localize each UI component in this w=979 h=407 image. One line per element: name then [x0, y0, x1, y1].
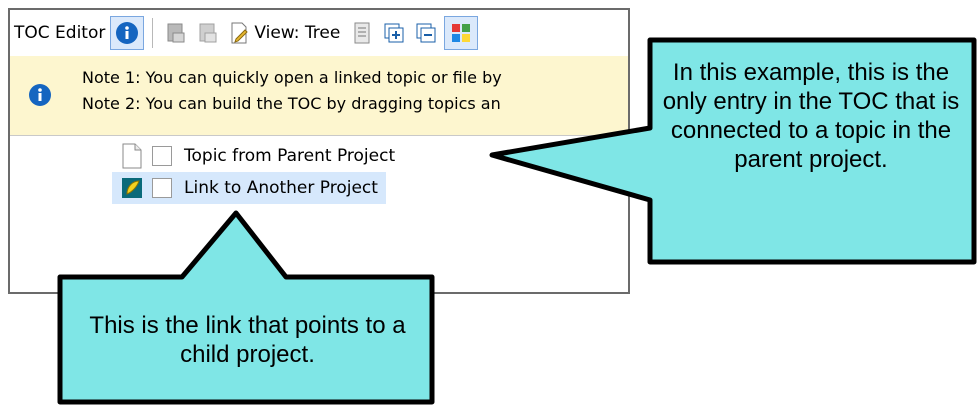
callout-bottom-text: This is the link that points to a child …: [89, 312, 406, 368]
callout-bottom-shape: [57, 210, 435, 405]
callout-right-text: In this example, this is the only entry …: [662, 59, 960, 173]
